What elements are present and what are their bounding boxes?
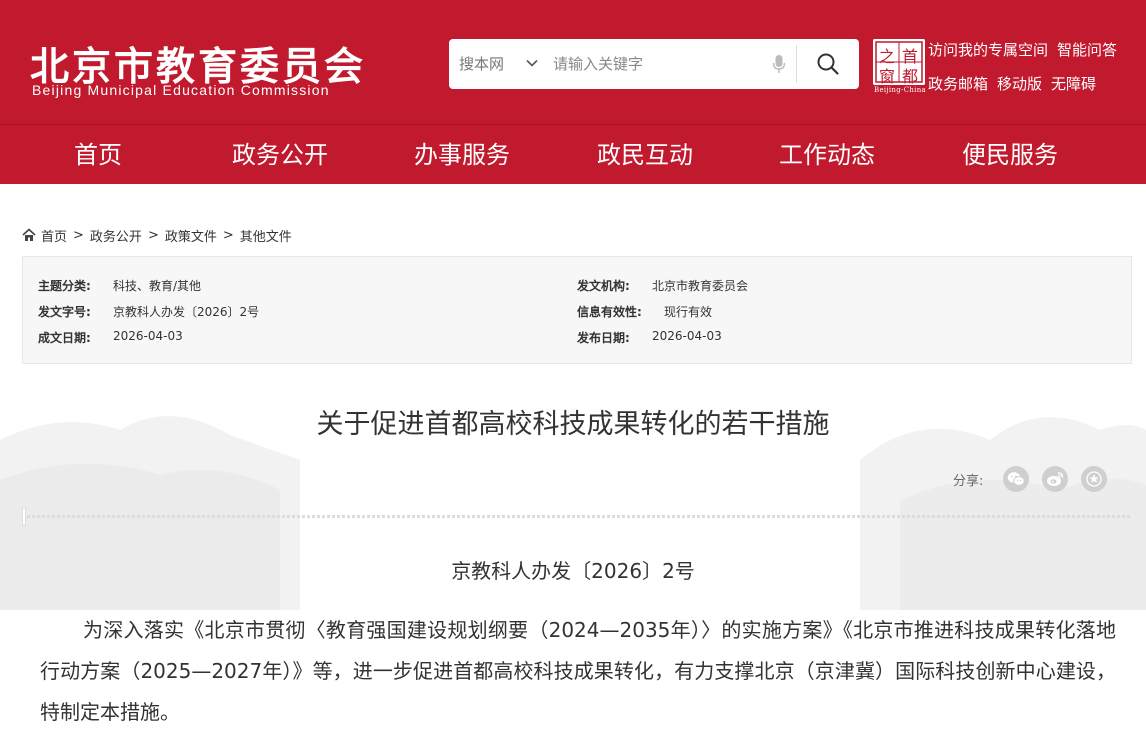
nav-item-services[interactable]: 办事服务 — [414, 125, 510, 185]
info-value: 现行有效 — [664, 305, 713, 319]
share-label: 分享: — [953, 473, 984, 489]
smart-qa-link[interactable]: 智能问答 — [1057, 41, 1117, 59]
article-title: 关于促进首都高校科技成果转化的若干措施 — [316, 409, 830, 440]
seal-char: 都 — [902, 67, 919, 86]
my-space-link[interactable]: 访问我的专属空间 — [928, 41, 1048, 59]
info-value: 科技、教育/其他 — [113, 279, 202, 293]
breadcrumb-separator: > — [222, 227, 234, 243]
nav-item-work-news[interactable]: 工作动态 — [779, 125, 875, 185]
search-scope-select[interactable]: 搜本网 — [459, 39, 504, 89]
divider-marker — [22, 507, 26, 526]
info-issuing-org: 发文机构: 北京市教育委员会 — [577, 277, 748, 294]
site-logo-en: Beijing Municipal Education Commission — [32, 82, 330, 98]
info-value: 2026-04-03 — [113, 329, 183, 343]
info-value: 京教科人办发〔2026〕2号 — [113, 305, 260, 319]
home-icon — [22, 228, 36, 241]
share-bar: 分享: — [953, 465, 1108, 493]
wechat-icon[interactable] — [1003, 466, 1030, 492]
favorite-icon[interactable] — [1081, 466, 1108, 492]
document-info-box: 主题分类: 科技、教育/其他 发文字号: 京教科人办发〔2026〕2号 成文日期… — [22, 256, 1132, 364]
info-label: 发文机构: — [577, 279, 630, 293]
seal-caption: Beijing-China — [874, 86, 926, 94]
nav-item-home[interactable]: 首页 — [74, 125, 122, 185]
breadcrumb-gov-affairs[interactable]: 政务公开 — [90, 226, 142, 245]
capital-window-seal-logo[interactable]: 之 首 窗 都 Beijing-China — [873, 39, 926, 95]
accessibility-link[interactable]: 无障碍 — [1051, 75, 1096, 93]
info-validity: 信息有效性: 现行有效 — [577, 303, 712, 320]
search-icon — [817, 53, 839, 75]
nav-item-interaction[interactable]: 政民互动 — [597, 125, 693, 185]
gov-mail-link[interactable]: 政务邮箱 — [928, 75, 988, 93]
info-label: 信息有效性: — [577, 305, 642, 319]
nav-item-gov-affairs[interactable]: 政务公开 — [232, 125, 328, 185]
microphone-icon[interactable] — [772, 54, 786, 74]
breadcrumb: 首页 > 政务公开 > 政策文件 > 其他文件 — [22, 225, 292, 245]
document-number: 京教科人办发〔2026〕2号 — [451, 559, 695, 583]
article-paragraph: 为深入落实《北京市贯彻〈教育强国建设规划纲要（2024—2035年）〉的实施方案… — [40, 618, 1116, 724]
site-header: 北京市教育委员会 Beijing Municipal Education Com… — [0, 0, 1146, 124]
main-nav: 首页 政务公开 办事服务 政民互动 工作动态 便民服务 — [0, 124, 1146, 184]
breadcrumb-separator: > — [147, 227, 159, 243]
info-label: 主题分类: — [38, 279, 91, 293]
info-topic: 主题分类: 科技、教育/其他 — [38, 277, 201, 294]
breadcrumb-separator: > — [73, 227, 84, 243]
breadcrumb-home[interactable]: 首页 — [41, 226, 67, 245]
info-label: 成文日期: — [38, 331, 91, 345]
info-publish-date: 发布日期: 2026-04-03 — [577, 329, 722, 346]
title-divider — [22, 515, 1132, 518]
seal-char: 窗 — [879, 67, 896, 86]
header-links: 访问我的专属空间 智能问答 政务邮箱 移动版 无障碍 — [928, 38, 1146, 106]
search-bar: 搜本网 — [449, 39, 859, 89]
weibo-icon[interactable] — [1042, 466, 1069, 492]
breadcrumb-policy-docs[interactable]: 政策文件 — [165, 226, 217, 245]
info-value: 2026-04-03 — [652, 329, 722, 343]
info-written-date: 成文日期: 2026-04-03 — [38, 329, 183, 346]
search-input[interactable] — [553, 49, 763, 79]
mobile-version-link[interactable]: 移动版 — [997, 75, 1042, 93]
chevron-down-icon[interactable] — [525, 56, 539, 70]
info-doc-number: 发文字号: 京教科人办发〔2026〕2号 — [38, 303, 259, 320]
info-value: 北京市教育委员会 — [652, 279, 749, 293]
breadcrumb-other-docs[interactable]: 其他文件 — [240, 226, 292, 245]
info-label: 发文字号: — [38, 305, 91, 319]
search-button[interactable] — [797, 39, 859, 89]
info-label: 发布日期: — [577, 331, 630, 345]
nav-item-convenience[interactable]: 便民服务 — [962, 125, 1058, 185]
